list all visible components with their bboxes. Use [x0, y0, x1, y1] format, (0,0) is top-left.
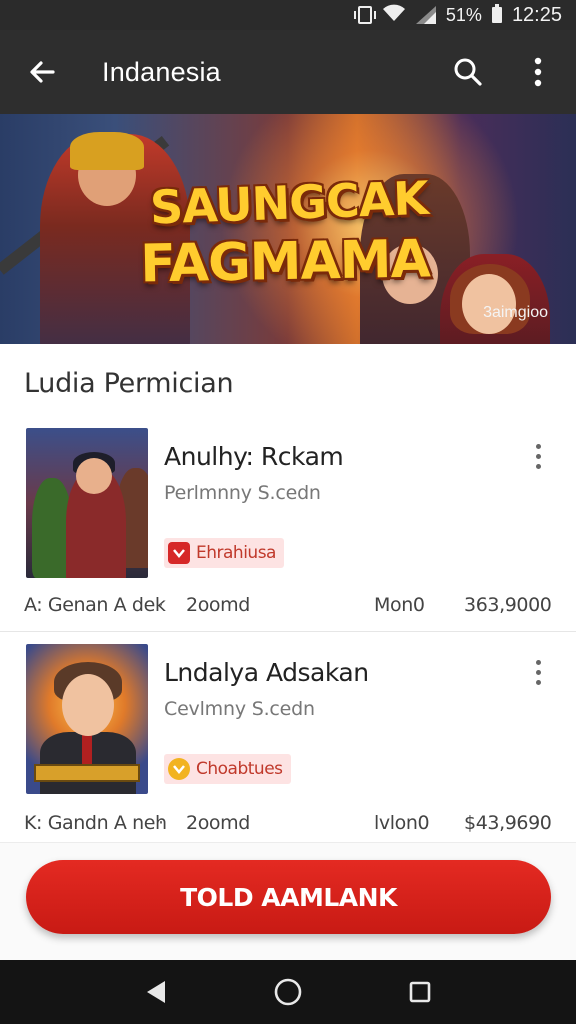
- badge-label: Choabtues: [196, 759, 283, 779]
- clock: 12:25: [511, 3, 562, 26]
- game-title[interactable]: Lndalya Adsakan: [164, 658, 369, 687]
- game-list-item[interactable]: Anulhy: Rckam Perlmnny S.cedn Ehrahiusa …: [0, 424, 576, 632]
- square-recents-icon: [409, 981, 431, 1003]
- item-more-button[interactable]: [524, 438, 552, 474]
- banner-title-line2: FAGMAMA: [139, 229, 431, 295]
- meta-separator: ·: [158, 812, 164, 834]
- game-size: 2oomd: [186, 812, 250, 834]
- badge-label: Ehrahiusa: [196, 543, 276, 563]
- more-vertical-icon: [534, 57, 542, 87]
- meta-separator: ·: [158, 594, 164, 616]
- banner-character-helmet: [70, 132, 144, 170]
- battery-percent: 51%: [445, 4, 482, 25]
- nav-recents-button[interactable]: [396, 968, 444, 1016]
- game-list-item[interactable]: Lndalya Adsakan Cevlmny S.cedn Choabtues…: [0, 640, 576, 840]
- game-thumbnail[interactable]: [26, 644, 148, 794]
- search-icon: [454, 58, 482, 86]
- search-button[interactable]: [444, 48, 492, 96]
- game-subtitle: Cevlmny S.cedn: [164, 698, 315, 720]
- thumbnail-character-face: [76, 458, 112, 494]
- status-badge: Ehrahiusa: [164, 538, 284, 568]
- thumbnail-nameplate: [34, 764, 140, 782]
- triangle-back-icon: [147, 981, 165, 1003]
- nav-home-button[interactable]: [264, 968, 312, 1016]
- app-bar: Indanesia: [0, 30, 576, 114]
- thumbnail-character-face: [62, 674, 114, 736]
- banner-credit: 3aimgioo: [483, 304, 548, 321]
- app-title: Indanesia: [102, 56, 221, 87]
- banner-title-line1: SAUNGCAK: [149, 170, 429, 235]
- game-size: 2oomd: [186, 594, 250, 616]
- system-navigation-bar: [0, 960, 576, 1024]
- game-developer: A: Genan A dek: [24, 594, 166, 616]
- vibrate-icon: [353, 6, 376, 24]
- signal-icon: [415, 6, 436, 24]
- item-more-button[interactable]: [524, 654, 552, 690]
- back-button[interactable]: [16, 46, 68, 98]
- chevron-down-icon: [168, 542, 190, 564]
- arrow-left-icon: [30, 61, 55, 83]
- game-meta: lvlon0: [374, 812, 430, 834]
- status-badge: Choabtues: [164, 754, 291, 784]
- wifi-icon: [382, 4, 406, 27]
- game-price: $43,9690: [464, 812, 552, 834]
- game-price: 363,9000: [464, 594, 552, 616]
- nav-back-button[interactable]: [132, 968, 180, 1016]
- game-subtitle: Perlmnny S.cedn: [164, 482, 321, 504]
- chevron-down-icon: [168, 758, 190, 780]
- game-title[interactable]: Anulhy: Rckam: [164, 442, 344, 471]
- status-bar: 51% 12:25: [0, 0, 576, 30]
- game-developer: K: Gandn A neh: [24, 812, 167, 834]
- primary-action-button[interactable]: TOLD AAMLANK: [26, 860, 551, 934]
- section-title: Ludia Permician: [24, 368, 234, 399]
- battery-icon: [491, 4, 502, 23]
- game-thumbnail[interactable]: [26, 428, 148, 578]
- circle-home-icon: [274, 978, 302, 1006]
- game-meta: Mon0: [374, 594, 425, 616]
- featured-banner[interactable]: SAUNGCAK FAGMAMA 3aimgioo: [0, 114, 576, 344]
- more-options-button[interactable]: [514, 48, 562, 96]
